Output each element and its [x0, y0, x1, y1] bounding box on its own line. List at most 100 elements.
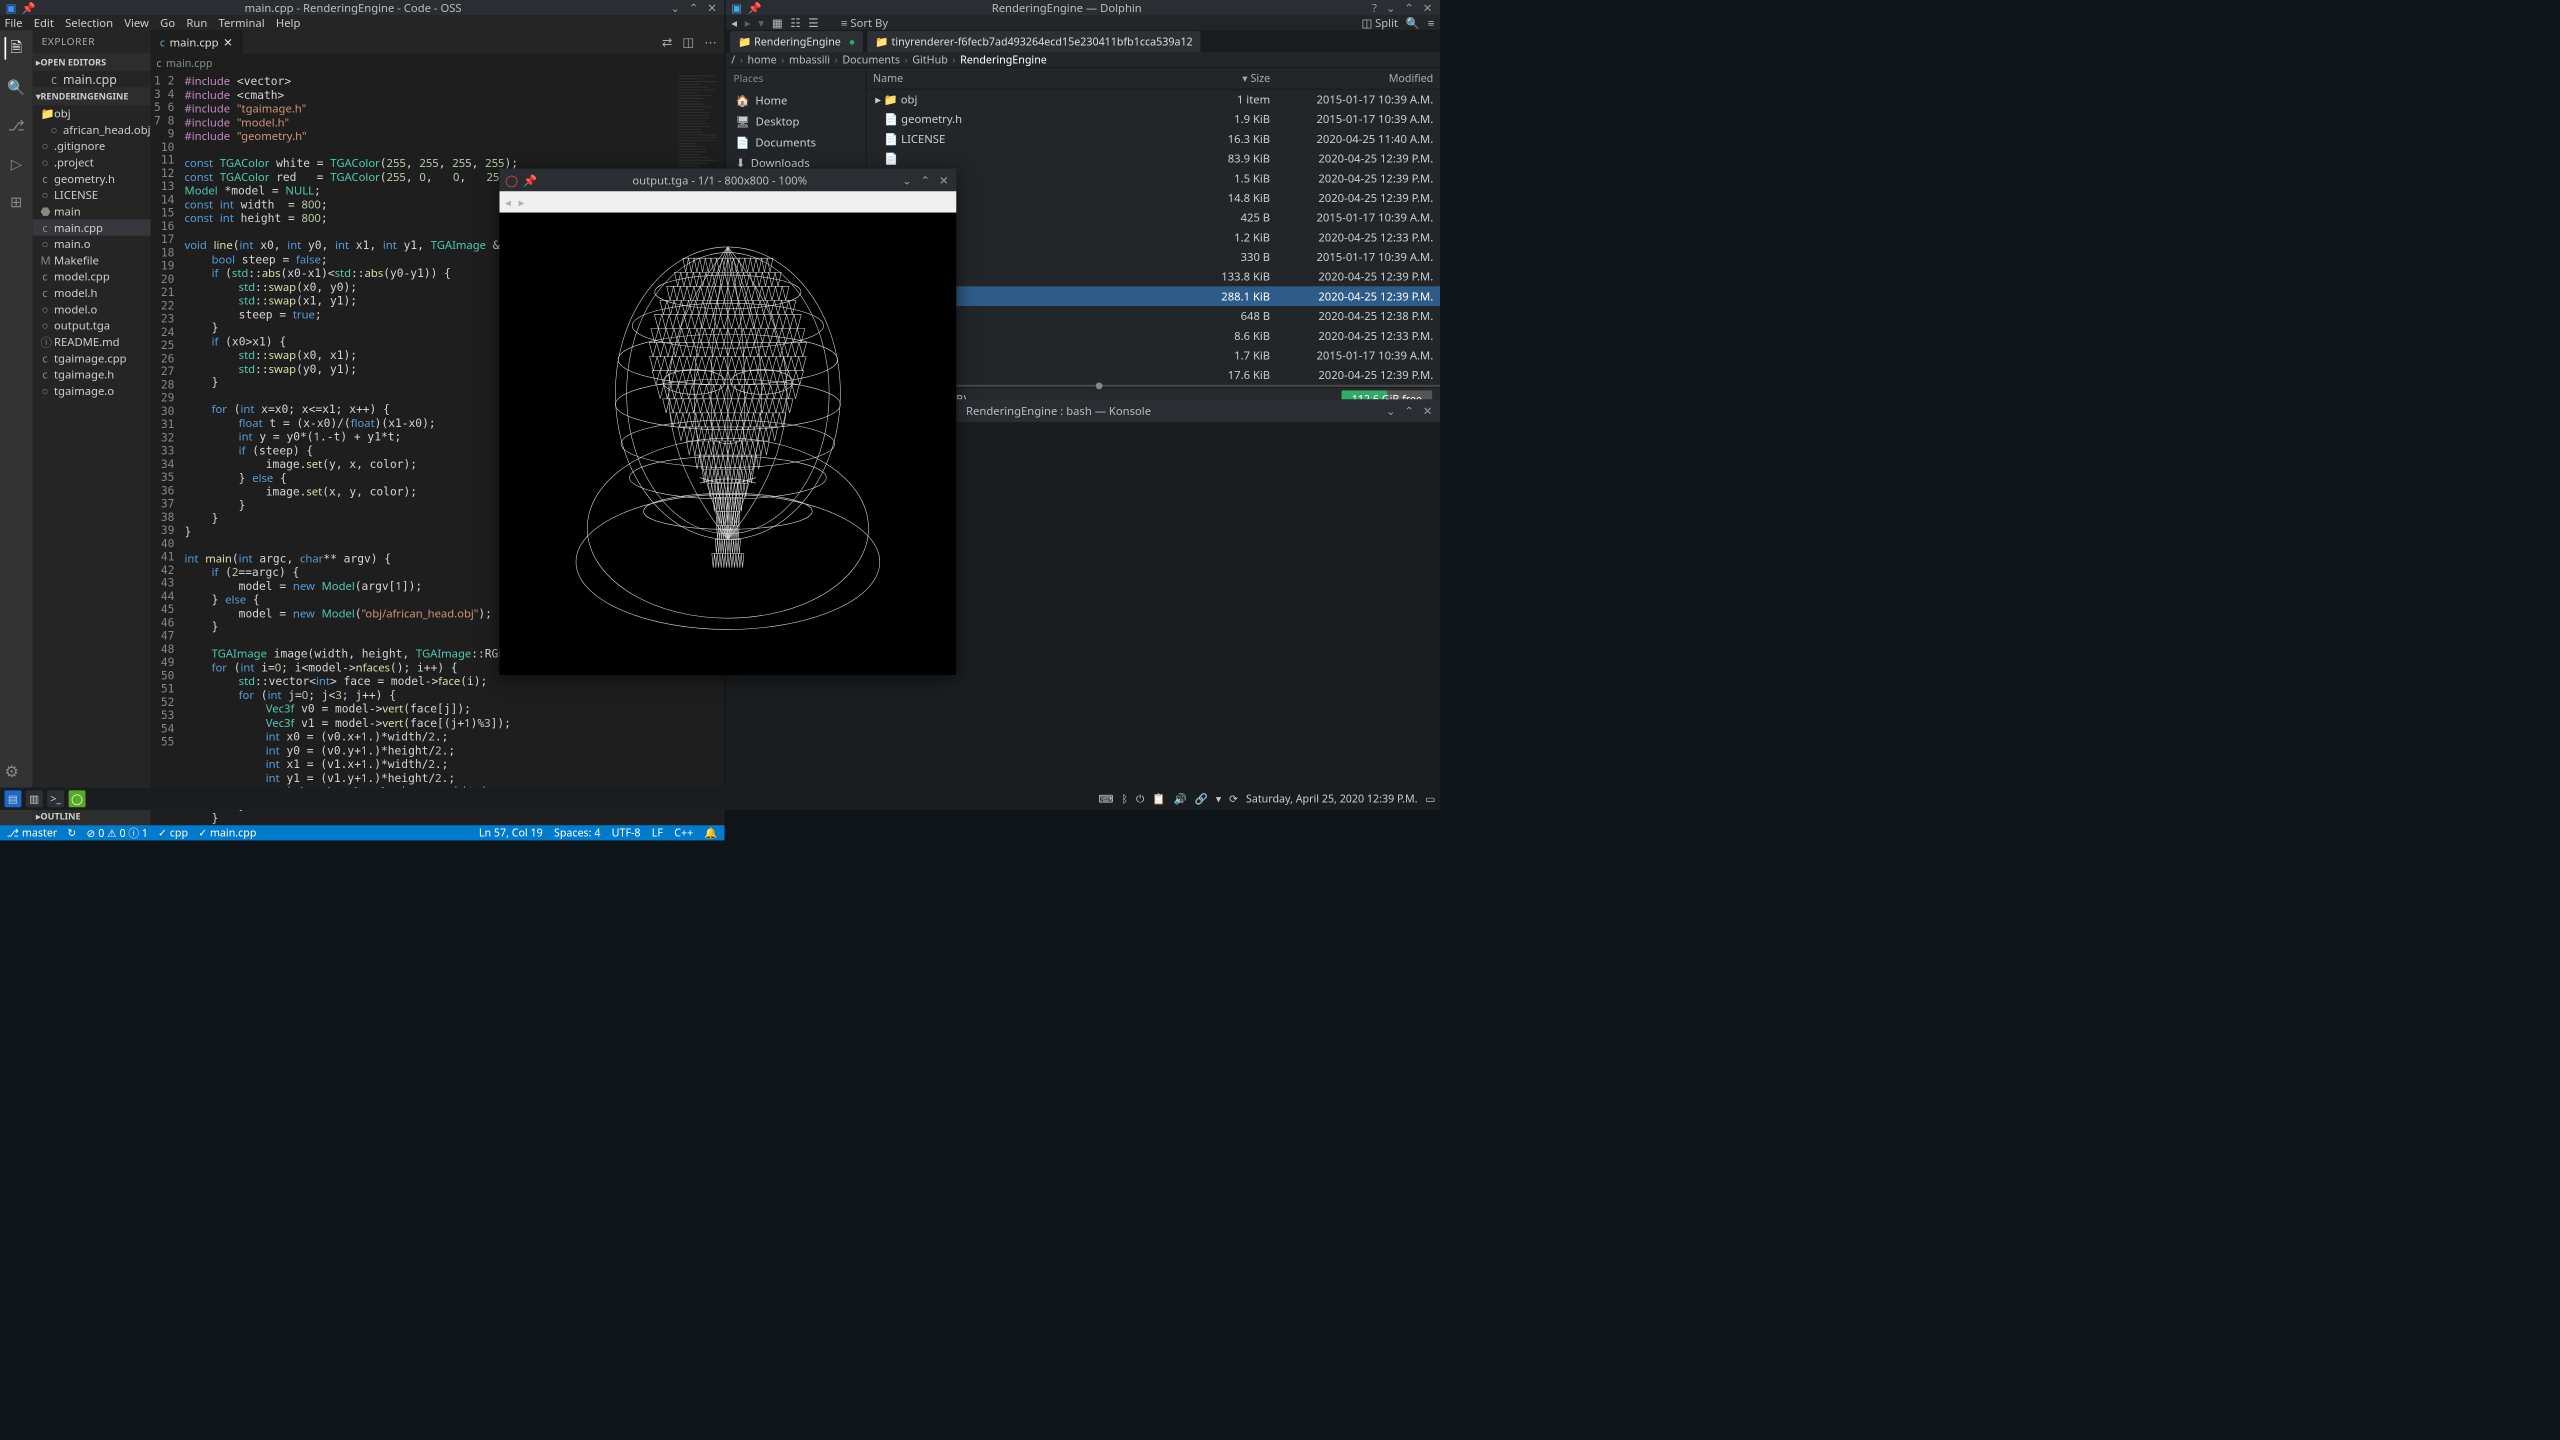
- tree-item[interactable]: MMakefile: [33, 252, 151, 268]
- tab-main-cpp[interactable]: cmain.cpp✕: [151, 30, 242, 54]
- tray-volume-icon[interactable]: 🔊: [1173, 791, 1186, 806]
- sort-by[interactable]: ≡ Sort By: [841, 15, 888, 30]
- split-editor-icon[interactable]: ◫: [682, 34, 694, 51]
- git-branch[interactable]: ⎇ master: [7, 825, 58, 840]
- pin-icon[interactable]: 📌: [748, 0, 762, 15]
- dolphin-tab[interactable]: 📁 RenderingEngine: [730, 31, 863, 52]
- tab-close-icon[interactable]: ✕: [223, 35, 232, 50]
- source-control-icon[interactable]: ⎇: [5, 114, 28, 137]
- column-headers[interactable]: Name ▾ Size Modified: [866, 68, 1440, 90]
- encoding[interactable]: UTF-8: [612, 825, 641, 840]
- file-row[interactable]: 📄 LICENSE16.3 KiB2020-04-25 11:40 A.M.: [866, 129, 1440, 149]
- col-modified[interactable]: Modified: [1270, 71, 1433, 86]
- tree-item[interactable]: cmain.cpp: [33, 219, 151, 235]
- minimize-icon[interactable]: ⌄: [670, 0, 679, 15]
- maximize-icon[interactable]: ⌃: [1404, 0, 1413, 15]
- sync-icon[interactable]: ↻: [67, 825, 76, 840]
- menu-help[interactable]: Help: [276, 15, 301, 30]
- status-file[interactable]: ✓ main.cpp: [198, 825, 256, 840]
- maximize-icon[interactable]: ⌃: [689, 0, 698, 15]
- tree-item[interactable]: ○model.o: [33, 301, 151, 317]
- search-icon[interactable]: 🔍: [1406, 15, 1420, 30]
- bc-segment[interactable]: Documents: [842, 52, 900, 67]
- tree-item[interactable]: ⓘREADME.md: [33, 334, 151, 350]
- taskbar-dolphin[interactable]: ▥: [26, 790, 43, 807]
- run-debug-icon[interactable]: ▷: [5, 152, 28, 175]
- bell-icon[interactable]: 🔔: [704, 825, 717, 840]
- tray-notifications-icon[interactable]: ▾: [1216, 791, 1221, 806]
- dolphin-tab[interactable]: 📁 tinyrenderer-f6fecb7ad493264ecd15e2304…: [868, 31, 1201, 52]
- menu-file[interactable]: File: [5, 15, 23, 30]
- eol[interactable]: LF: [652, 825, 663, 840]
- bc-segment[interactable]: home: [748, 52, 777, 67]
- taskbar-konsole[interactable]: >_: [47, 790, 64, 807]
- menu-selection[interactable]: Selection: [65, 15, 113, 30]
- close-icon[interactable]: ✕: [707, 0, 716, 15]
- indent[interactable]: Spaces: 4: [554, 825, 600, 840]
- tray-clipboard-icon[interactable]: 📋: [1152, 791, 1165, 806]
- maximize-icon[interactable]: ⌃: [1404, 403, 1413, 418]
- tree-item[interactable]: 📁obj: [33, 105, 151, 121]
- open-editor-item[interactable]: cmain.cpp: [33, 71, 151, 87]
- explorer-icon[interactable]: 🗎: [4, 37, 27, 60]
- tree-item[interactable]: cgeometry.h: [33, 170, 151, 186]
- tray-network-icon[interactable]: 🔗: [1195, 791, 1208, 806]
- file-row[interactable]: 📄 geometry.h1.9 KiB2015-01-17 10:39 A.M.: [866, 109, 1440, 129]
- tree-item[interactable]: ctgaimage.cpp: [33, 350, 151, 366]
- help-icon[interactable]: ?: [1372, 0, 1377, 15]
- more-actions-icon[interactable]: ⋯: [704, 34, 716, 51]
- tree-item[interactable]: ○african_head.obj: [33, 122, 151, 138]
- search-icon[interactable]: 🔍: [5, 75, 28, 98]
- tray-power-icon[interactable]: ⏻: [1136, 791, 1144, 806]
- tree-item[interactable]: ⬣main: [33, 203, 151, 219]
- tray-updates-icon[interactable]: ⟳: [1229, 791, 1238, 806]
- back-menu[interactable]: ▾: [758, 15, 764, 30]
- menu-run[interactable]: Run: [186, 15, 207, 30]
- tree-item[interactable]: ○LICENSE: [33, 187, 151, 203]
- tree-item[interactable]: ○output.tga: [33, 317, 151, 333]
- compare-icon[interactable]: ⇄: [662, 34, 672, 51]
- col-name[interactable]: Name: [873, 71, 1186, 86]
- pin-icon[interactable]: 📌: [22, 0, 36, 15]
- show-desktop-icon[interactable]: ▭: [1425, 791, 1435, 806]
- bc-segment[interactable]: GitHub: [912, 52, 947, 67]
- cursor-pos[interactable]: Ln 57, Col 19: [479, 825, 543, 840]
- tree-item[interactable]: ○.gitignore: [33, 138, 151, 154]
- tree-item[interactable]: ctgaimage.h: [33, 366, 151, 382]
- forward-button[interactable]: ▸: [745, 15, 751, 30]
- place-item[interactable]: 🖥Desktop: [726, 111, 866, 132]
- close-icon[interactable]: ✕: [1423, 0, 1432, 15]
- place-item[interactable]: 🏠Home: [726, 90, 866, 111]
- extensions-icon[interactable]: ⊞: [5, 190, 28, 213]
- split-button[interactable]: ◫ Split: [1362, 15, 1399, 30]
- image-viewport[interactable]: [500, 213, 957, 675]
- minimize-icon[interactable]: ⌄: [902, 172, 911, 187]
- language-mode[interactable]: C++: [674, 825, 693, 840]
- tree-item[interactable]: ○main.o: [33, 236, 151, 252]
- tree-item[interactable]: ○.project: [33, 154, 151, 170]
- bc-segment[interactable]: /: [731, 52, 735, 67]
- tray-keyboard-icon[interactable]: ⌨: [1098, 791, 1113, 806]
- place-item[interactable]: 📄Documents: [726, 132, 866, 153]
- breadcrumb[interactable]: cmain.cpp: [151, 54, 725, 72]
- view-details[interactable]: ☰: [808, 15, 818, 30]
- bc-segment[interactable]: mbassili: [789, 52, 830, 67]
- file-row[interactable]: 📄 83.9 KiB2020-04-25 12:39 P.M.: [866, 149, 1440, 169]
- open-editors-header[interactable]: ▸ OPEN EDITORS: [33, 53, 151, 71]
- settings-gear-icon[interactable]: ⚙: [5, 761, 19, 782]
- view-icons[interactable]: ▦: [772, 15, 783, 30]
- col-size[interactable]: ▾ Size: [1186, 71, 1270, 86]
- prev-image-icon[interactable]: ◂: [505, 194, 511, 209]
- tree-item[interactable]: cmodel.cpp: [33, 268, 151, 284]
- back-button[interactable]: ◂: [731, 15, 737, 30]
- project-header[interactable]: ▾ RENDERINGENGINE: [33, 87, 151, 105]
- menu-go[interactable]: Go: [160, 15, 175, 30]
- tray-bluetooth-icon[interactable]: ᛒ: [1122, 791, 1128, 806]
- menu-edit[interactable]: Edit: [34, 15, 54, 30]
- minimize-icon[interactable]: ⌄: [1386, 403, 1395, 418]
- app-launcher-icon[interactable]: ▤: [5, 790, 22, 807]
- tree-item[interactable]: ○tgaimage.o: [33, 383, 151, 399]
- maximize-icon[interactable]: ⌃: [921, 172, 930, 187]
- view-compact[interactable]: ☷: [790, 15, 800, 30]
- close-icon[interactable]: ✕: [939, 172, 948, 187]
